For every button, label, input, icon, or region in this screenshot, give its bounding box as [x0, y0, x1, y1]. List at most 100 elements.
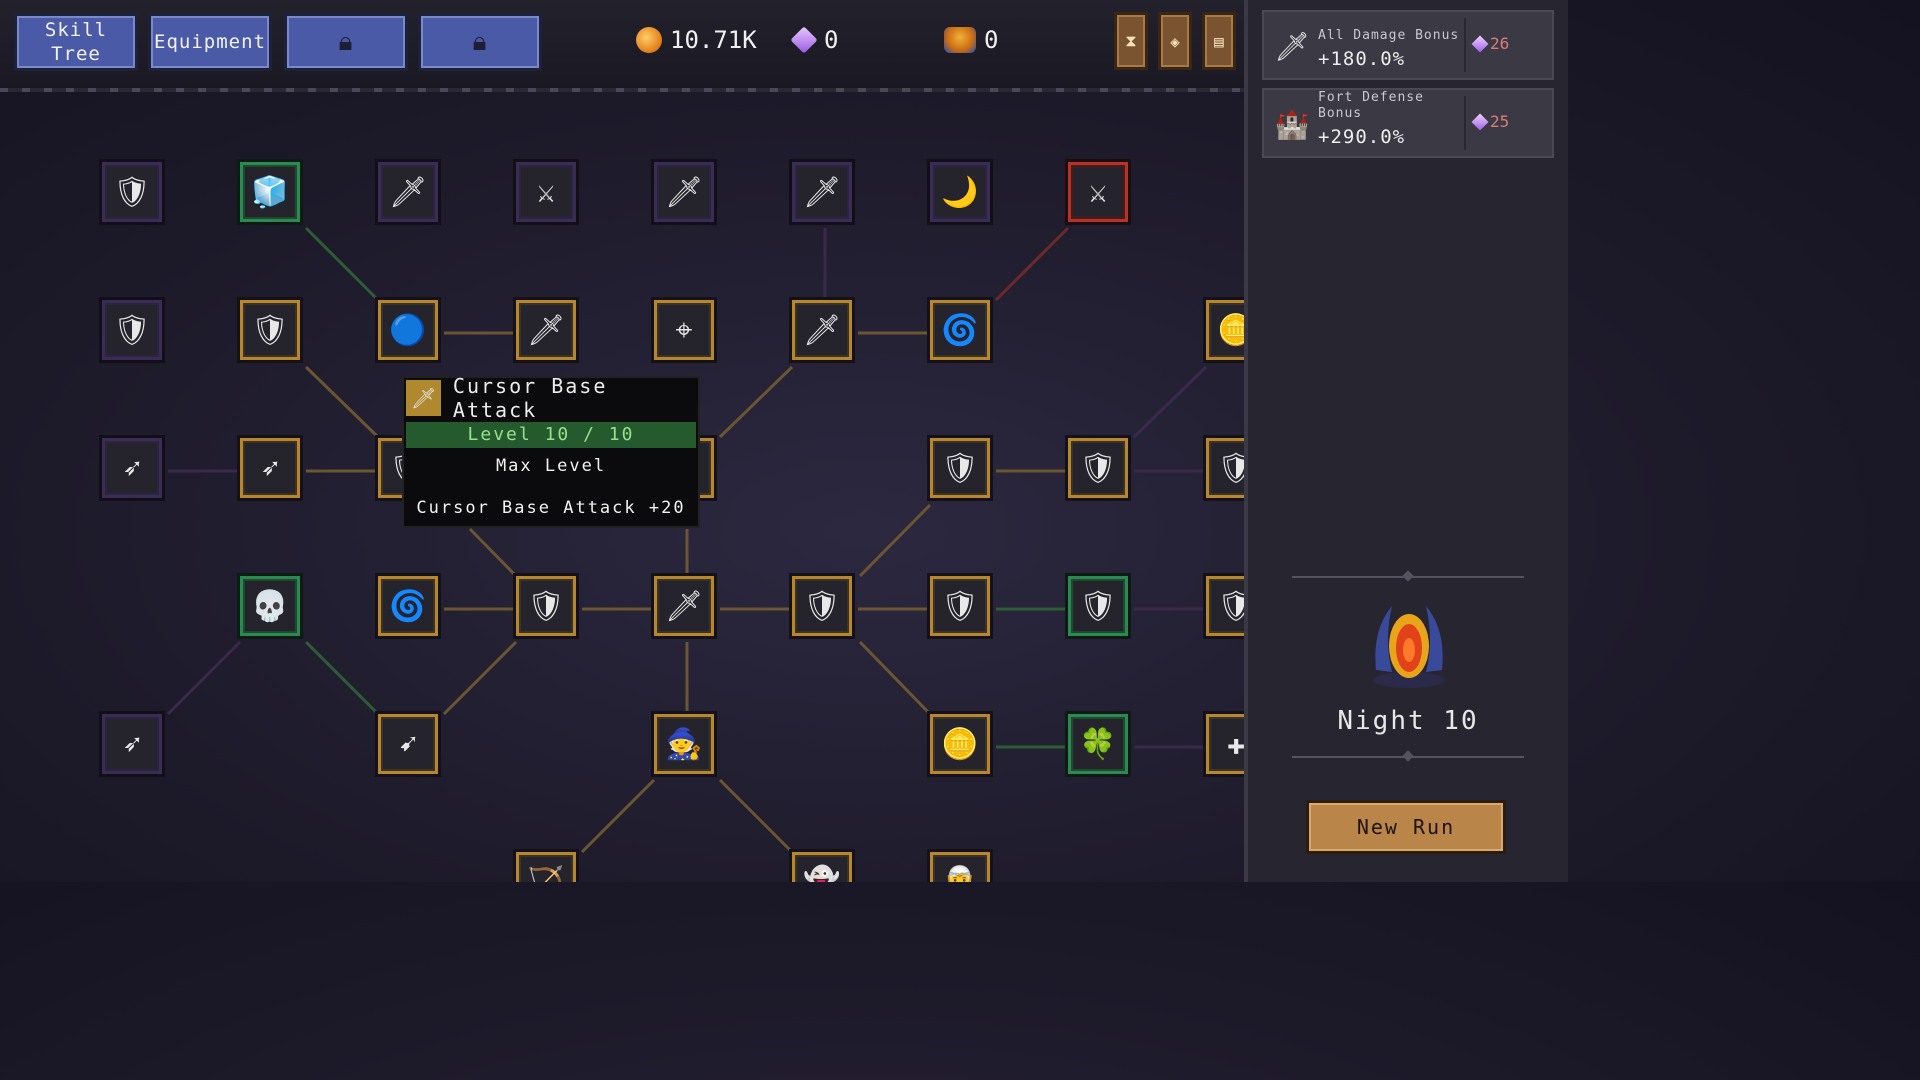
shield-up-icon: 🛡	[1078, 450, 1118, 486]
ornament-divider-bottom	[1292, 756, 1524, 758]
gold-counter: 10.71K	[636, 22, 757, 58]
side-panel: 🗡 All Damage Bonus +180.0% 26 🏰 Fort Def…	[1244, 0, 1568, 882]
arrow-icon: ➹	[398, 726, 418, 762]
skill-node[interactable]: ➶	[102, 714, 162, 774]
skill-node[interactable]: 🗡	[654, 576, 714, 636]
skill-node[interactable]: 🌀	[930, 300, 990, 360]
skill-node[interactable]: ➶	[102, 438, 162, 498]
skill-node[interactable]: 🛡	[1068, 576, 1128, 636]
crosshair-icon: ⌖	[675, 312, 693, 348]
skill-node[interactable]: 🗡	[792, 162, 852, 222]
skill-node[interactable]: 🌙	[930, 162, 990, 222]
tab-locked-1[interactable]: 🔒︎	[284, 13, 408, 71]
skill-node[interactable]: 👻	[792, 852, 852, 882]
tooltip-title: Cursor Base Attack	[452, 374, 608, 422]
shield-up-icon: 🛡	[940, 450, 980, 486]
sword-icon: 🗡	[526, 312, 566, 348]
archer-shield-icon: 🛡	[112, 312, 152, 348]
swirl-arrow-icon: 🌀	[389, 588, 427, 624]
hourglass-icon: ⧗	[1125, 31, 1137, 50]
map-button[interactable]: ◈	[1158, 12, 1192, 70]
lock-icon: 🔒︎	[472, 27, 488, 57]
skill-tooltip: 🗡 Cursor Base Attack Level 10 / 10 Max L…	[402, 374, 700, 528]
shield-icon: 🛡	[940, 588, 980, 624]
bonus-cost: 26	[1471, 34, 1510, 53]
tab-locked-2[interactable]: 🔒︎	[418, 13, 542, 71]
skill-node[interactable]: 🛡	[1206, 576, 1244, 636]
skill-node[interactable]: 🪙	[930, 714, 990, 774]
skill-node[interactable]: 🛡	[1068, 438, 1128, 498]
divider	[1464, 18, 1466, 72]
spear-icon: ➶	[122, 450, 142, 486]
plus-icon: ✚	[1226, 726, 1244, 762]
tab-equipment[interactable]: Equipment	[148, 13, 272, 71]
skill-node[interactable]: ⚔	[516, 162, 576, 222]
fort-up-icon: 🏰	[1274, 107, 1310, 141]
crossed-swords-icon: ⚔	[536, 174, 556, 210]
sword-icon: 🗡	[664, 588, 704, 624]
mage-icon: 🧝	[941, 864, 979, 883]
cost-amount: 26	[1490, 34, 1510, 53]
hourglass-button[interactable]: ⧗	[1114, 12, 1148, 70]
skill-node[interactable]: 🛡	[930, 576, 990, 636]
skill-node[interactable]: 🛡	[102, 162, 162, 222]
crossed-swords-icon: ⚔	[1088, 174, 1108, 210]
skill-node[interactable]: 🧝	[930, 852, 990, 882]
crescent-blade-icon: 🌙	[941, 174, 979, 210]
skill-node[interactable]: 🗡	[654, 162, 714, 222]
skill-node[interactable]: ➹	[378, 714, 438, 774]
skill-node[interactable]: 🛡	[792, 576, 852, 636]
gem-counter: 0	[790, 22, 838, 58]
chest-amount: 0	[984, 26, 999, 54]
skill-node[interactable]: 🛡	[930, 438, 990, 498]
skill-node[interactable]: 🛡	[240, 300, 300, 360]
scroll-button[interactable]: ▤	[1202, 12, 1236, 70]
skill-node[interactable]: 💀	[240, 576, 300, 636]
bonus-value: +290.0%	[1318, 126, 1406, 148]
skill-node[interactable]: 🛡	[1206, 438, 1244, 498]
clover-icon: 🍀	[1079, 726, 1117, 762]
skill-node[interactable]: 🗡	[378, 162, 438, 222]
cost-amount: 25	[1490, 112, 1510, 131]
spear-icon: ➶	[260, 450, 280, 486]
shield-icon: 🛡	[802, 588, 842, 624]
ice-arrow-icon: ➶	[122, 726, 142, 762]
skill-node[interactable]: ➶	[240, 438, 300, 498]
skill-node[interactable]: 🧙	[654, 714, 714, 774]
sword-up-icon: 🗡	[802, 174, 842, 210]
skill-node[interactable]: ⌖	[654, 300, 714, 360]
chest-counter: 0	[944, 22, 998, 58]
potion-icon: 🔵	[389, 312, 427, 348]
sword-up-icon: 🗡	[1274, 29, 1310, 63]
new-run-button[interactable]: New Run	[1306, 800, 1506, 854]
skill-node[interactable]: ⚔	[1068, 162, 1128, 222]
gold-coin-icon: 🪙	[941, 726, 979, 762]
skill-node[interactable]: 🍀	[1068, 714, 1128, 774]
tab-skill-tree[interactable]: Skill Tree	[14, 13, 138, 71]
archer-shield-icon: 🛡	[526, 588, 566, 624]
skill-node[interactable]: 🛡	[516, 576, 576, 636]
bonus-fort-defense[interactable]: 🏰 Fort Defense Bonus +290.0% 25	[1262, 88, 1554, 158]
skill-tree: 🛡🧊🗡⚔🗡🗡🌙⚔🛡🛡🔵🗡⌖🗡🌀🪙➶➶🛡🗡🛡🛡🛡💀🌀🛡🗡🛡🛡🛡🛡➶➹🧙🪙🍀✚🏹👻🧝…	[0, 92, 1244, 882]
skill-node[interactable]: ✚	[1206, 714, 1244, 774]
skill-node[interactable]: 🌀	[378, 576, 438, 636]
bonus-name: All Damage Bonus	[1318, 28, 1460, 43]
skill-node[interactable]: 🧊	[240, 162, 300, 222]
archer-shield-icon: 🛡	[250, 312, 290, 348]
shield-icon: 🛡	[1216, 588, 1244, 624]
skill-node[interactable]: 🗡	[792, 300, 852, 360]
crystal-icon	[1471, 113, 1489, 130]
skill-node[interactable]: 🛡	[102, 300, 162, 360]
skill-node[interactable]: 🪙	[1206, 300, 1244, 360]
shield-icon: 🛡	[1078, 588, 1118, 624]
top-bar: Skill Tree Equipment 🔒︎ 🔒︎ 10.71K 0 0 ⧗ …	[0, 0, 1244, 92]
ornament-divider-top	[1292, 576, 1524, 578]
skill-node[interactable]: 🗡	[516, 300, 576, 360]
shield-icon: 🛡	[1216, 450, 1244, 486]
bonus-all-damage[interactable]: 🗡 All Damage Bonus +180.0% 26	[1262, 10, 1554, 80]
skill-node[interactable]: 🏹	[516, 852, 576, 882]
skill-node[interactable]: 🔵	[378, 300, 438, 360]
gold-amount: 10.71K	[670, 26, 757, 54]
tooltip-effect: Cursor Base Attack +20	[416, 498, 686, 518]
gold-coin-icon	[636, 27, 662, 53]
